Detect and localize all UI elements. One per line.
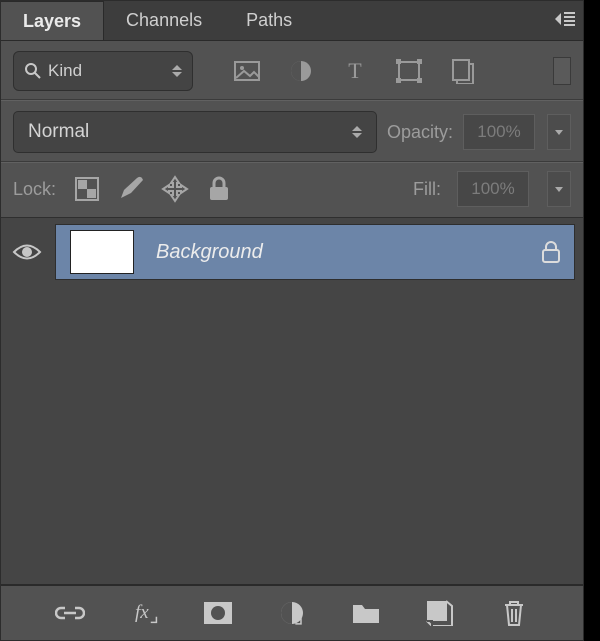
lock-label: Lock: [13,179,56,200]
eye-icon [12,242,42,262]
updown-icon [352,126,362,138]
link-layers-button[interactable] [53,596,87,630]
panel-tabs: Layers Channels Paths [1,1,583,41]
layers-list: Background [1,218,583,584]
filter-type-dropdown[interactable]: Kind [13,51,193,91]
adjustment-layer-button[interactable] [275,596,309,630]
updown-icon [172,65,182,77]
opacity-value: 100% [477,122,520,142]
tab-layers-label: Layers [23,11,81,32]
tab-channels-label: Channels [126,10,202,31]
opacity-input[interactable]: 100% [463,114,535,150]
lock-all-button[interactable] [204,174,234,204]
lock-transparent-button[interactable] [72,174,102,204]
lock-position-button[interactable] [160,174,190,204]
filter-smartobject-icon[interactable] [447,55,479,87]
opacity-slider-toggle[interactable] [547,114,571,150]
blend-mode-label: Normal [28,121,89,143]
lock-pixels-button[interactable] [116,174,146,204]
group-button[interactable] [349,596,383,630]
blend-mode-dropdown[interactable]: Normal [13,111,377,153]
filter-shape-icon[interactable] [393,55,425,87]
panel-menu-button[interactable] [549,9,575,29]
layer-style-button[interactable]: fx [127,596,161,630]
chevron-down-icon [555,130,563,135]
filter-type-label: Kind [48,61,82,81]
blend-row: Normal Opacity: 100% [1,100,583,162]
filter-type-text-icon[interactable]: T [339,55,371,87]
tab-paths-label: Paths [246,10,292,31]
filter-adjustment-icon[interactable] [285,55,317,87]
fill-slider-toggle[interactable] [547,171,571,207]
layer-thumbnail[interactable] [70,230,134,274]
filter-pixel-icon[interactable] [231,55,263,87]
layer-visibility-toggle[interactable] [9,242,45,262]
layer-toolbar: fx [1,584,583,640]
layer-mask-button[interactable] [201,596,235,630]
opacity-label: Opacity: [387,122,453,143]
fill-label: Fill: [413,179,441,200]
layer-name: Background [156,241,520,264]
svg-text:fx: fx [135,602,149,623]
filter-row: Kind T [1,41,583,100]
chevron-down-icon [555,187,563,192]
layer-item-selected[interactable]: Background [55,224,575,280]
new-layer-button[interactable] [423,596,457,630]
lock-icon [542,241,560,263]
fill-value: 100% [471,179,514,199]
lock-row: Lock: Fill: 100% [1,162,583,218]
tab-channels[interactable]: Channels [104,1,224,40]
search-icon [24,62,42,80]
delete-layer-button[interactable] [497,596,531,630]
filter-icons: T [231,55,479,87]
filter-toggle[interactable] [553,57,571,85]
tab-layers[interactable]: Layers [1,1,104,40]
svg-text:T: T [348,60,362,82]
tab-paths[interactable]: Paths [224,1,314,40]
layers-panel: Layers Channels Paths Kind T Normal [0,0,584,641]
fill-input[interactable]: 100% [457,171,529,207]
layer-row[interactable]: Background [9,222,575,282]
